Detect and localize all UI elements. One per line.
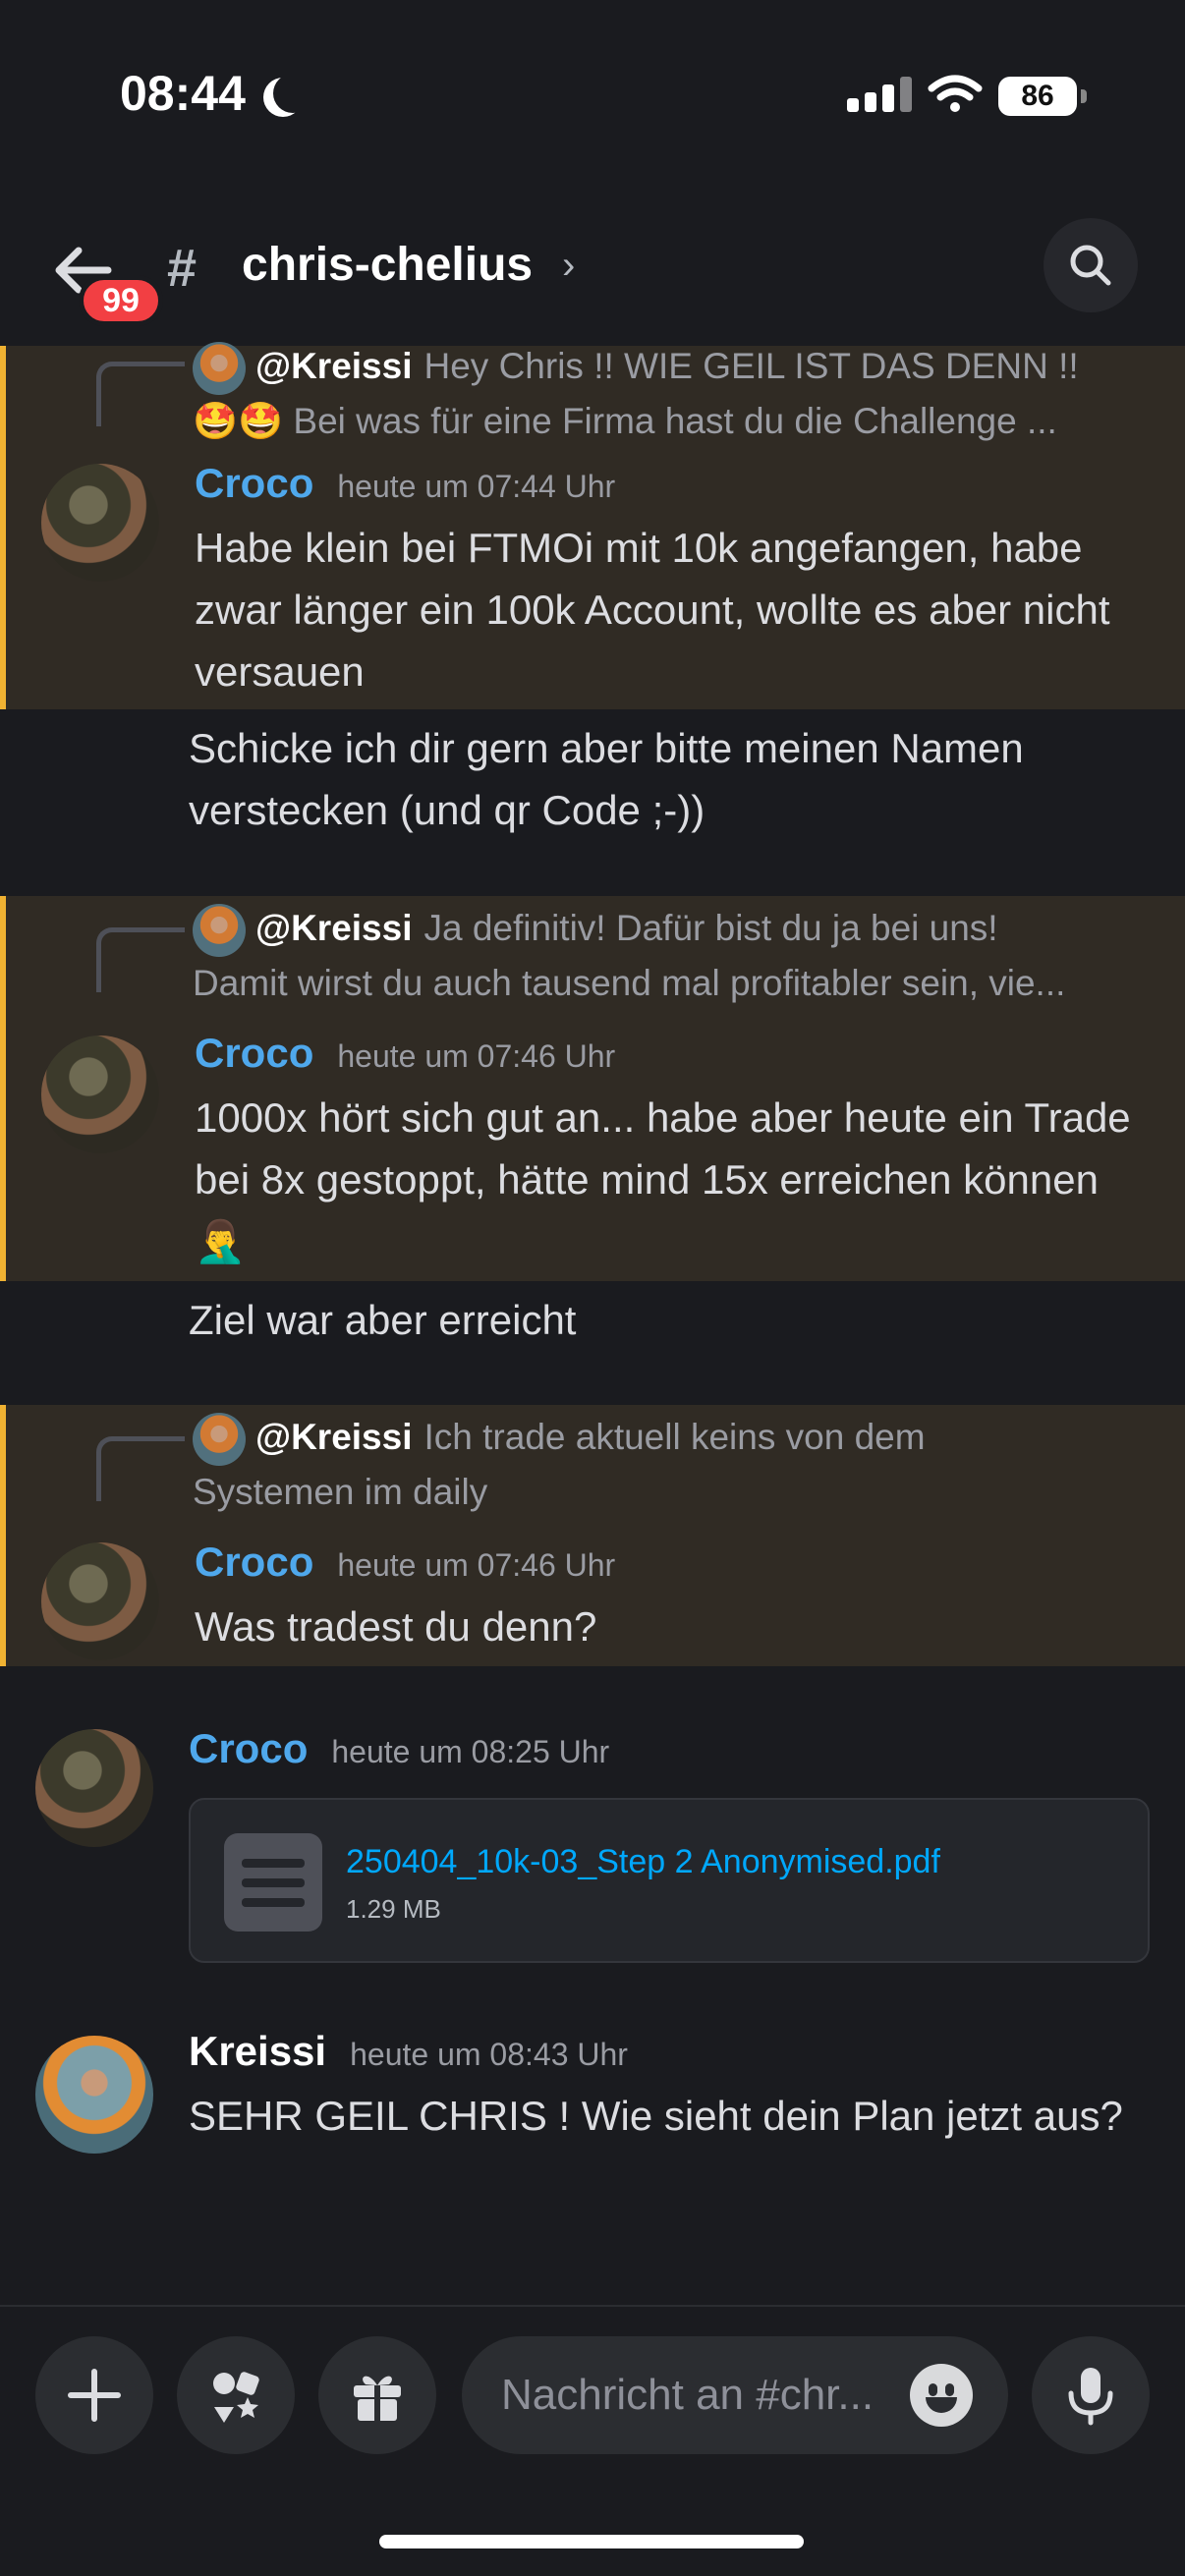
microphone-icon [1068,2368,1113,2426]
message-author[interactable]: Croco heute um 07:46 Uhr [195,1030,615,1077]
message-highlighted[interactable]: @Kreissi Ich trade aktuell keins von dem … [0,1405,1185,1666]
channel-header: 99 # chris-chelius › [0,196,1185,344]
plus-icon [68,2369,121,2422]
reply-preview-line: @Kreissi Ich trade aktuell keins von dem [193,1411,1156,1467]
emoji-icon[interactable] [910,2364,973,2427]
gift-icon [354,2376,401,2421]
chevron-right-icon[interactable]: › [562,244,575,288]
message-followup[interactable]: Ziel war aber erreicht [0,1281,1185,1360]
channel-title[interactable]: chris-chelius [242,238,533,292]
message-timestamp: heute um 08:25 Uhr [331,1734,610,1769]
message-timestamp: heute um 07:44 Uhr [337,469,616,504]
reply-text: Hey Chris !! WIE GEIL IST DAS DENN !! [423,346,1079,386]
document-icon [224,1833,322,1932]
message-text: Was tradest du denn? [195,1603,597,1650]
avatar [193,904,246,958]
author-name[interactable]: Croco [195,1539,313,1585]
file-name-link[interactable]: 250404_10k-03_Step 2 Anonymised.pdf [346,1843,940,1881]
unread-count: 99 [102,281,140,319]
reply-text: Ich trade aktuell keins von dem [423,1417,926,1457]
status-bar: 08:44 86 [0,0,1185,196]
reply-preview[interactable]: @Kreissi Hey Chris !! WIE GEIL IST DAS DE… [193,340,1156,448]
file-attachment[interactable]: 250404_10k-03_Step 2 Anonymised.pdf 1.29… [189,1798,1150,1963]
reply-text: Systemen im daily [193,1472,488,1513]
voice-message-button[interactable] [1032,2336,1150,2454]
message-input[interactable] [501,2336,914,2454]
reply-preview[interactable]: @Kreissi Ich trade aktuell keins von dem … [193,1411,1156,1519]
message[interactable]: Kreissi heute um 08:43 Uhr SEHR GEIL CHRI… [0,2028,1185,2224]
message-input-container[interactable] [462,2336,1008,2454]
reply-connector [96,927,185,992]
reply-preview-line: @Kreissi Ja definitiv! Dafür bist du ja b… [193,902,1156,958]
home-indicator[interactable] [379,2535,804,2548]
author-name[interactable]: Kreissi [189,2028,326,2074]
reply-text: 🤩🤩 Bei was für eine Firma hast du die Ch… [193,401,1057,442]
search-button[interactable] [1044,218,1138,312]
reply-author: @Kreissi [255,346,413,386]
reply-connector [96,362,185,426]
message-followup[interactable]: Schicke ich dir gern aber bitte meinen N… [0,709,1185,847]
reply-preview-line: @Kreissi Hey Chris !! WIE GEIL IST DAS DE… [193,340,1156,396]
moon-icon [273,74,312,113]
reply-text: Damit wirst du auch tausend mal profitab… [193,963,1066,1004]
reply-preview[interactable]: @Kreissi Ja definitiv! Dafür bist du ja b… [193,902,1156,1010]
message[interactable]: Croco heute um 08:25 Uhr 250404_10k-03_St… [0,1725,1185,1981]
add-button[interactable] [35,2336,153,2454]
battery-level: 86 [1021,80,1054,112]
cellular-signal-icon [847,77,912,112]
message-highlighted[interactable]: @Kreissi Hey Chris !! WIE GEIL IST DAS DE… [0,342,1185,709]
message-text: SEHR GEIL CHRIS ! Wie sieht dein Plan je… [189,2093,1123,2139]
message-author[interactable]: Croco heute um 07:46 Uhr [195,1539,615,1586]
message-timestamp: heute um 07:46 Uhr [337,1547,616,1583]
message-text: Ziel war aber erreicht [189,1297,577,1343]
reply-author: @Kreissi [255,1417,413,1457]
author-name[interactable]: Croco [189,1725,308,1771]
message-author[interactable]: Kreissi heute um 08:43 Uhr [189,2028,628,2075]
unread-badge: 99 [79,275,163,326]
message-timestamp: heute um 08:43 Uhr [350,2037,628,2072]
file-size: 1.29 MB [346,1894,441,1924]
status-time-text: 08:44 [120,66,246,121]
avatar[interactable] [41,1542,159,1660]
reply-connector [96,1436,185,1501]
message-text: Schicke ich dir gern aber bitte meinen N… [189,725,1024,833]
message-author[interactable]: Croco heute um 07:44 Uhr [195,460,615,507]
avatar [193,1413,246,1467]
author-name[interactable]: Croco [195,1030,313,1076]
message-text: 1000x hört sich gut an... habe aber heut… [195,1094,1131,1264]
apps-button[interactable] [177,2336,295,2454]
apps-icon [213,2372,259,2423]
avatar[interactable] [41,1036,159,1153]
message-author[interactable]: Croco heute um 08:25 Uhr [189,1725,609,1772]
message-text: Habe klein bei FTMOi mit 10k angefangen,… [195,525,1110,695]
avatar[interactable] [41,464,159,582]
reply-author: @Kreissi [255,908,413,948]
message-timestamp: heute um 07:46 Uhr [337,1038,616,1074]
reply-text: Ja definitiv! Dafür bist du ja bei uns! [423,908,998,948]
gift-button[interactable] [318,2336,436,2454]
avatar[interactable] [35,1729,153,1847]
locked-channel-icon: # [167,239,198,298]
wifi-icon [928,75,983,112]
message-highlighted[interactable]: @Kreissi Ja definitiv! Dafür bist du ja b… [0,896,1185,1281]
battery-indicator: 86 [998,77,1087,116]
search-icon [1070,245,1111,286]
avatar[interactable] [35,2036,153,2154]
status-time: 08:44 [120,65,299,122]
avatar [193,342,246,396]
author-name[interactable]: Croco [195,460,313,506]
